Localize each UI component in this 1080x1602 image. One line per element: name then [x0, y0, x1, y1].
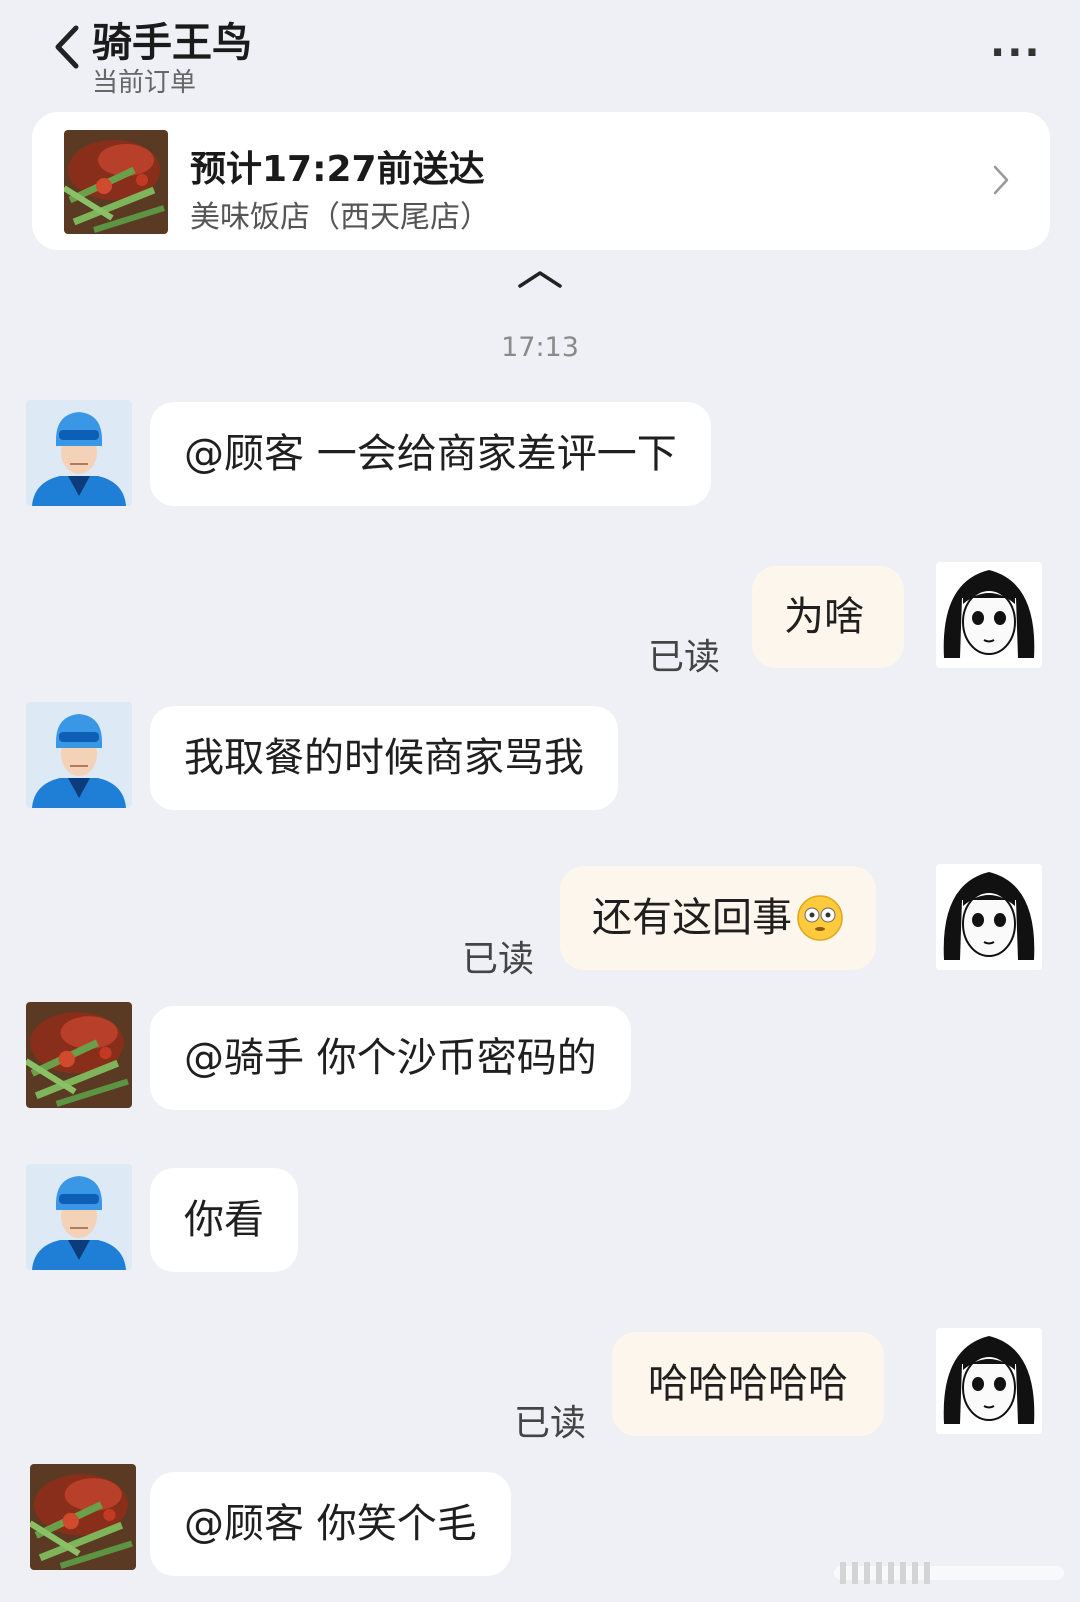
chat-screen: 骑手王鸟 当前订单 ··· 预计17:27前送达 美味饭店（西天尾店） 17:1…	[0, 0, 1080, 1602]
customer-avatar[interactable]	[936, 864, 1042, 970]
message-text: 你看	[184, 1197, 264, 1243]
chevron-right-icon[interactable]	[990, 162, 1012, 198]
merchant-avatar[interactable]	[30, 1464, 136, 1570]
customer-avatar[interactable]	[936, 562, 1042, 668]
message-text: 我取餐的时候商家骂我	[184, 735, 584, 781]
rider-avatar[interactable]	[26, 702, 132, 808]
order-eta: 预计17:27前送达	[190, 149, 485, 190]
message-text: @顾客 你笑个毛	[184, 1501, 477, 1547]
dish-thumbnail	[64, 130, 168, 234]
chat-timestamp: 17:13	[501, 332, 579, 363]
read-status: 已读	[648, 637, 721, 678]
chat-title: 骑手王鸟	[92, 20, 252, 66]
chat-subtitle: 当前订单	[92, 68, 197, 98]
watermark	[834, 1562, 1064, 1584]
message-text: @骑手 你个沙币密码的	[184, 1035, 597, 1081]
message-bubble[interactable]: 你看	[150, 1168, 298, 1272]
message-bubble[interactable]: @顾客 你笑个毛	[150, 1472, 511, 1576]
message-bubble[interactable]: 哈哈哈哈哈	[612, 1332, 884, 1436]
message-bubble[interactable]: 为啥	[752, 566, 904, 668]
message-text: 为啥	[784, 594, 864, 640]
current-order-card[interactable]: 预计17:27前送达 美味饭店（西天尾店）	[32, 112, 1050, 250]
message-text: 还有这回事	[592, 895, 792, 941]
shop-name: 美味饭店（西天尾店）	[190, 200, 490, 235]
message-text: @顾客 一会给商家差评一下	[184, 431, 677, 477]
merchant-avatar[interactable]	[26, 1002, 132, 1108]
collapse-chevron-icon[interactable]	[516, 268, 564, 290]
message-bubble[interactable]: 还有这回事	[560, 866, 876, 970]
message-bubble[interactable]: @顾客 一会给商家差评一下	[150, 402, 711, 506]
back-arrow-icon[interactable]	[50, 22, 86, 72]
read-status: 已读	[514, 1403, 587, 1444]
rider-avatar[interactable]	[26, 400, 132, 506]
rider-avatar[interactable]	[26, 1164, 132, 1270]
message-bubble[interactable]: 我取餐的时候商家骂我	[150, 706, 618, 810]
flushed-face-emoji	[797, 895, 843, 941]
message-bubble[interactable]: @骑手 你个沙币密码的	[150, 1006, 631, 1110]
more-options-icon[interactable]: ···	[990, 30, 1042, 76]
read-status: 已读	[462, 939, 535, 980]
message-text: 哈哈哈哈哈	[648, 1361, 848, 1407]
customer-avatar[interactable]	[936, 1328, 1042, 1434]
